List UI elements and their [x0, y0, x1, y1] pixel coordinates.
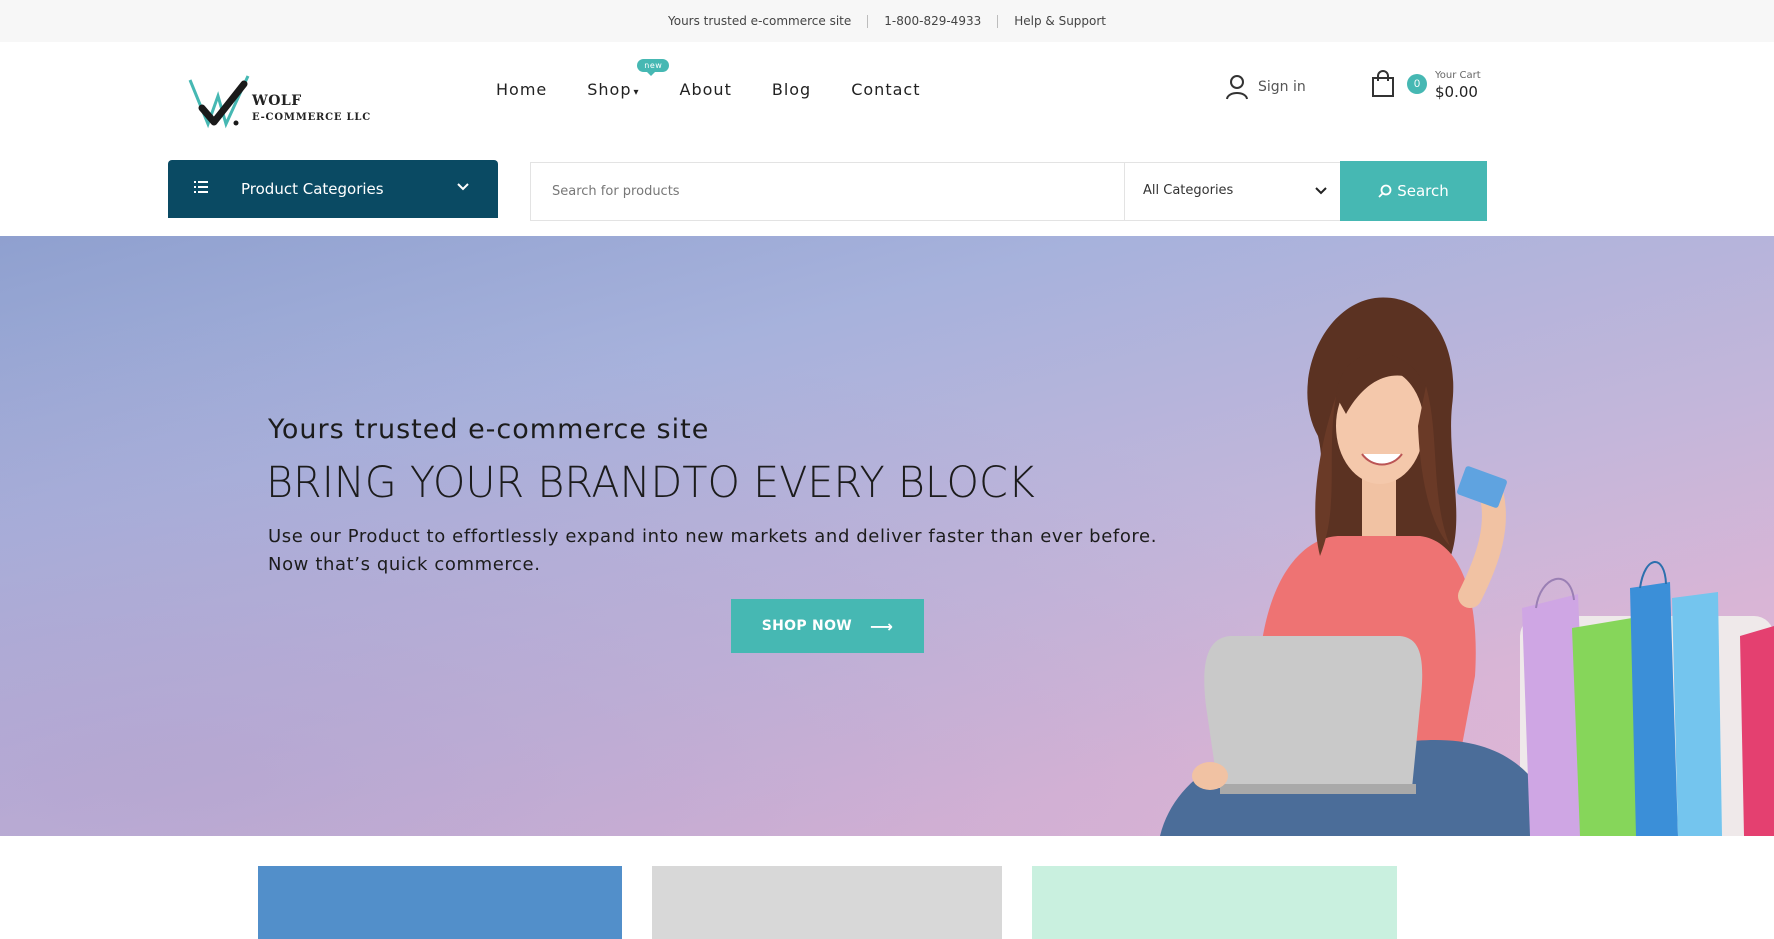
category-select[interactable]: All Categories [1125, 163, 1340, 220]
caret-down-icon: ▾ [633, 86, 640, 98]
nav-contact[interactable]: Contact [851, 80, 920, 99]
nav-blog[interactable]: Blog [772, 80, 811, 99]
new-badge: new [637, 58, 670, 76]
phone-link[interactable]: 1-800-829-4933 [868, 14, 997, 28]
product-categories-button[interactable]: Product Categories [168, 160, 498, 218]
nav-shop[interactable]: Shop ▾ new [587, 58, 670, 99]
search-button[interactable]: Search [1340, 161, 1487, 221]
hero-title: BRING YOUR BRANDTO EVERY BLOCK [266, 458, 1035, 508]
arrow-right-icon: ⟶ [870, 616, 894, 636]
feature-card[interactable] [652, 866, 1002, 939]
list-icon [194, 181, 208, 193]
logo-subname: E-COMMERCE LLC [252, 112, 371, 123]
nav-about[interactable]: About [680, 80, 732, 99]
logo[interactable]: WOLF E-COMMERCE LLC [186, 72, 376, 134]
top-bar: Yours trusted e-commerce site 1-800-829-… [0, 0, 1774, 42]
cart-count-badge: 0 [1407, 74, 1427, 94]
product-categories-label: Product Categories [241, 180, 384, 198]
help-support-link[interactable]: Help & Support [998, 14, 1122, 28]
hero-image [1160, 297, 1774, 836]
cart-label: Your Cart [1435, 70, 1481, 81]
sign-in-link[interactable]: Sign in [1226, 74, 1306, 100]
hero-description-line: Use our Product to effortlessly expand i… [268, 526, 1158, 547]
hero-description-line: Now that’s quick commerce. [268, 554, 541, 575]
search-icon [1378, 184, 1392, 198]
search-input[interactable] [531, 163, 1124, 220]
feature-card[interactable] [1032, 866, 1397, 939]
user-icon [1226, 75, 1248, 100]
shop-now-label: SHOP NOW [761, 618, 853, 634]
sign-in-label: Sign in [1258, 79, 1306, 95]
chevron-down-icon [457, 183, 469, 191]
hero-description: Use our Product to effortlessly expand i… [268, 523, 1168, 579]
cart-button[interactable]: 0 Your Cart $0.00 [1369, 66, 1489, 106]
shopping-bag-icon [1372, 70, 1394, 97]
nav-shop-label: Shop [587, 79, 632, 99]
shop-now-button[interactable]: SHOP NOW ⟶ [731, 599, 924, 653]
search-button-label: Search [1397, 182, 1449, 200]
cart-total: $0.00 [1435, 83, 1478, 101]
main-nav: Home Shop ▾ new About Blog Contact [496, 58, 960, 100]
nav-home[interactable]: Home [496, 80, 547, 99]
logo-name: WOLF [252, 93, 302, 109]
hero-kicker: Yours trusted e-commerce site [268, 414, 710, 445]
feature-card[interactable] [258, 866, 622, 939]
logo-mark-icon [188, 75, 250, 129]
chevron-down-icon [1315, 187, 1327, 195]
tagline-text: Yours trusted e-commerce site [667, 14, 852, 28]
hero-banner: Yours trusted e-commerce site BRING YOUR… [0, 236, 1774, 836]
category-select-value: All Categories [1143, 183, 1234, 198]
